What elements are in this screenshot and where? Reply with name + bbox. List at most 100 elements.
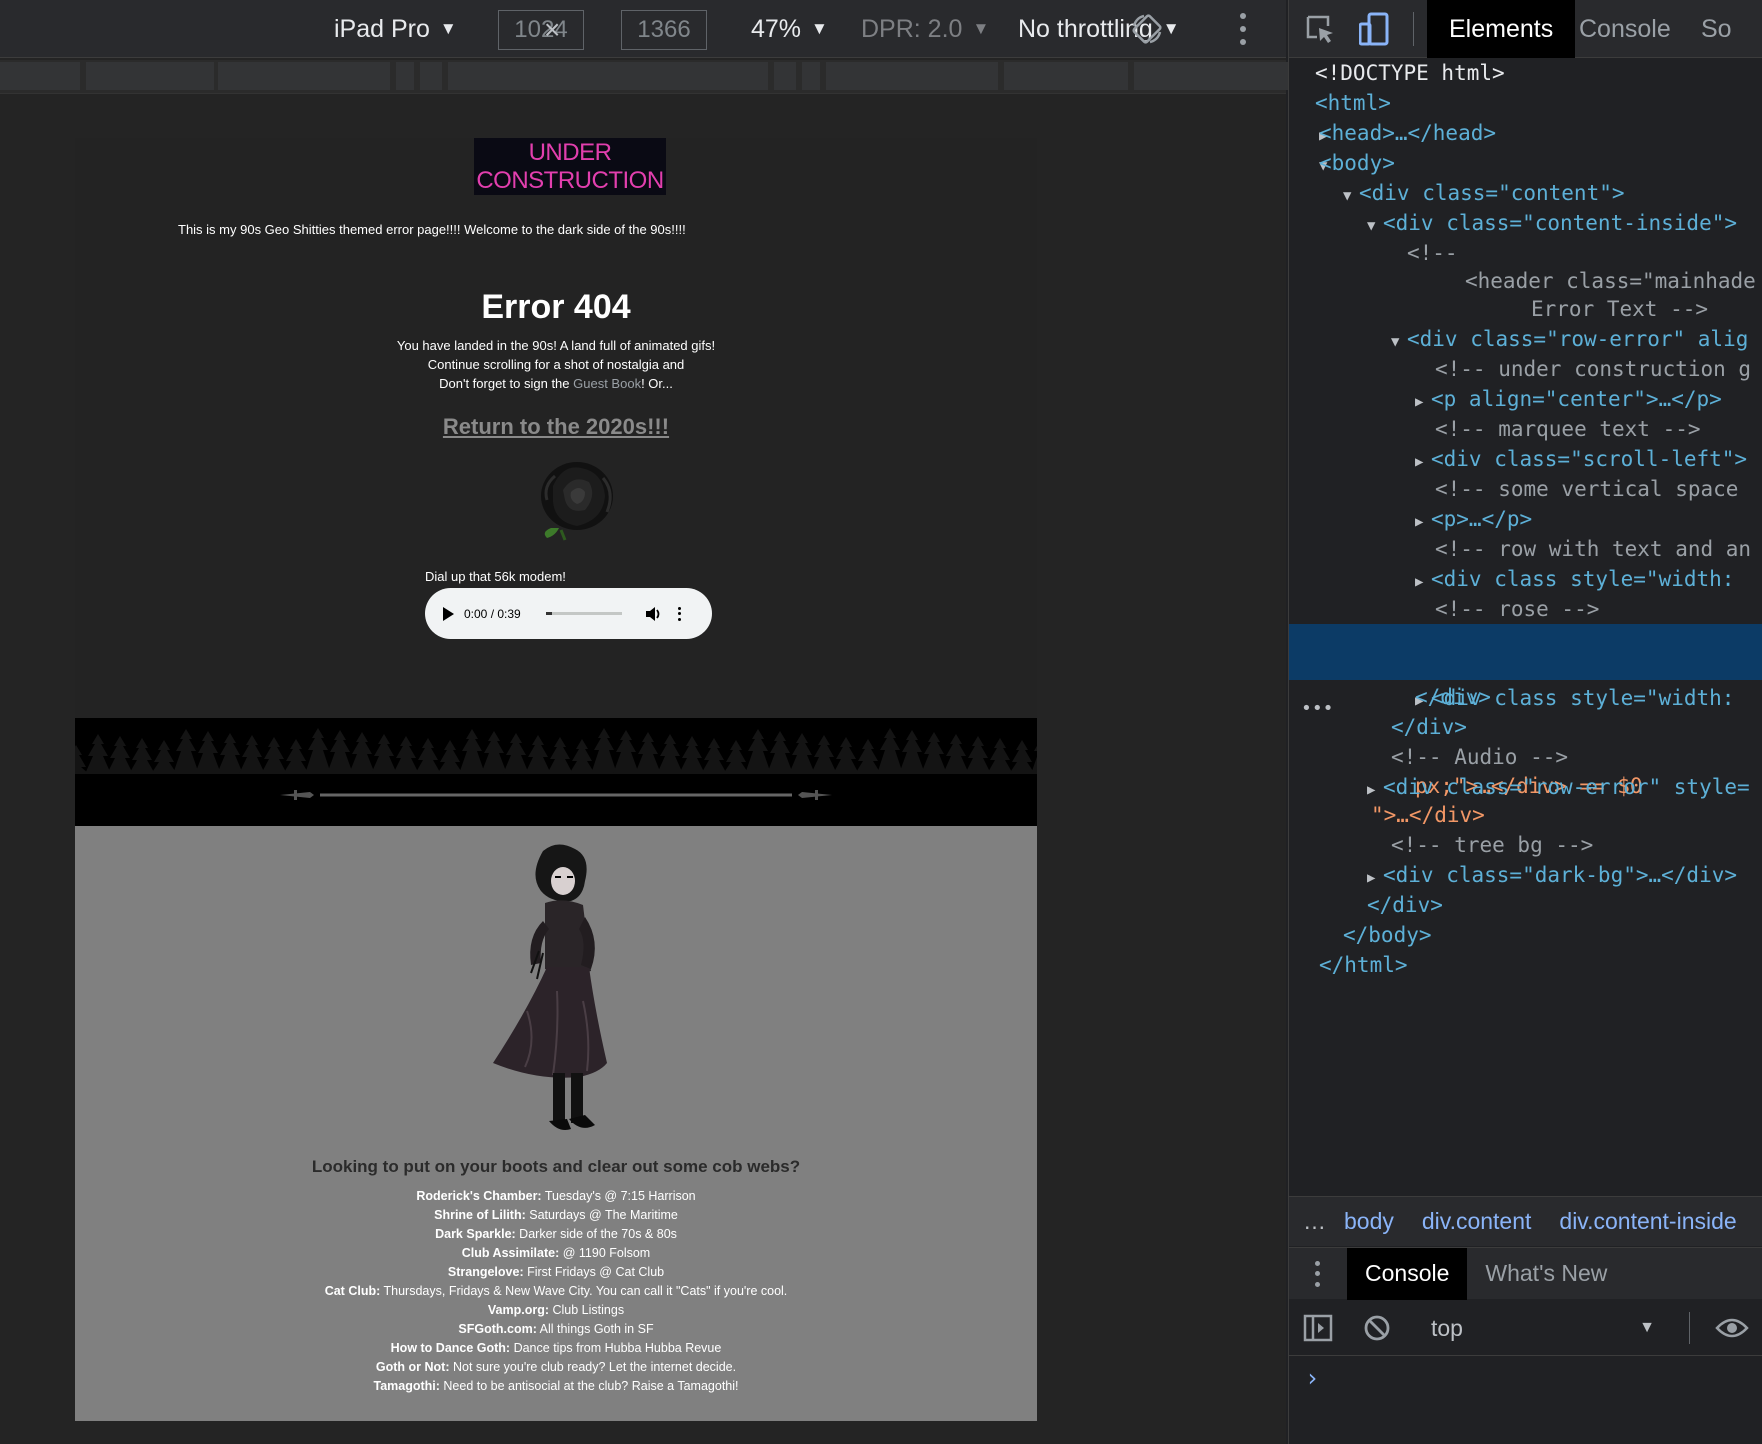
club-description: First Fridays @ Cat Club (523, 1265, 665, 1279)
dom-node[interactable]: <!-- (1289, 238, 1762, 268)
zoom-select[interactable]: 47% ▼ (751, 0, 828, 58)
drawer-tab-console[interactable]: Console (1347, 1247, 1468, 1300)
media-query-segment[interactable] (448, 62, 768, 90)
dom-node[interactable]: <header class="mainhade (1289, 266, 1762, 296)
dom-node[interactable]: <!-- Audio --> (1289, 742, 1762, 772)
media-query-segment[interactable] (396, 62, 414, 90)
breadcrumb-item[interactable]: div.content-inside (1559, 1208, 1736, 1235)
club-list-item[interactable]: Strangelove: First Fridays @ Cat Club (75, 1263, 1037, 1282)
console-sidebar-icon[interactable] (1303, 1314, 1333, 1342)
rotate-device-icon[interactable] (1130, 12, 1164, 46)
tree-shape (613, 730, 639, 774)
expand-triangle-icon[interactable]: ▶ (1415, 567, 1431, 597)
tree-shape (85, 734, 111, 774)
more-options-icon[interactable] (1237, 13, 1249, 45)
club-list-item[interactable]: How to Dance Goth: Dance tips from Hubba… (75, 1339, 1037, 1358)
media-query-segment[interactable] (1004, 62, 1128, 90)
dom-node[interactable]: <html> (1289, 88, 1762, 118)
node-actions-icon[interactable]: ••• (1301, 698, 1334, 719)
expand-triangle-icon[interactable]: ▶ (1415, 507, 1431, 537)
dom-node[interactable]: </div> (1289, 890, 1762, 920)
expand-triangle-icon[interactable]: ▶ (1367, 863, 1383, 893)
media-query-segment[interactable] (774, 62, 796, 90)
club-list-item[interactable]: Goth or Not: Not sure you're club ready?… (75, 1358, 1037, 1377)
breadcrumb-item[interactable]: div.content (1422, 1208, 1532, 1235)
dom-node[interactable]: Error Text --> (1289, 294, 1762, 324)
chevron-down-icon: ▼ (811, 19, 828, 38)
collapse-triangle-icon[interactable]: ▼ (1391, 327, 1407, 357)
eye-icon[interactable] (1715, 1316, 1749, 1340)
dom-node[interactable]: <!-- under construction g (1289, 354, 1762, 384)
club-list-item[interactable]: Cat Club: Thursdays, Fridays & New Wave … (75, 1282, 1037, 1301)
console-prompt-icon[interactable]: › (1305, 1364, 1319, 1392)
dom-node[interactable]: ">…</div> (1289, 800, 1762, 830)
dom-node[interactable]: ▶ <p align="center">…</p> (1289, 384, 1762, 414)
breadcrumb-item[interactable]: body (1344, 1208, 1394, 1235)
dom-node[interactable]: <!-- some vertical space (1289, 474, 1762, 504)
device-toggle-icon[interactable] (1359, 12, 1389, 46)
play-icon[interactable] (443, 606, 454, 621)
dom-node[interactable]: ▶ <div class style="width: (1289, 564, 1762, 594)
media-query-segment[interactable] (802, 62, 820, 90)
media-query-segment[interactable] (420, 62, 442, 90)
audio-progress-slider[interactable] (546, 612, 622, 615)
dom-node[interactable]: ▶ <p>…</p> (1289, 504, 1762, 534)
club-list-item[interactable]: SFGoth.com: All things Goth in SF (75, 1320, 1037, 1339)
volume-icon[interactable] (644, 605, 662, 623)
clear-console-icon[interactable] (1363, 1314, 1391, 1342)
context-select[interactable]: top ▼ (1431, 1310, 1669, 1346)
dom-node[interactable]: ▶ <div class="row-error" style= (1289, 772, 1762, 802)
collapse-triangle-icon[interactable]: ▼ (1367, 211, 1383, 241)
dom-node[interactable]: ▼ <div class="content"> (1289, 178, 1762, 208)
return-link[interactable]: Return to the 2020s!!! (75, 414, 1037, 440)
tab-elements[interactable]: Elements (1427, 0, 1576, 58)
club-list-item[interactable]: Club Assimilate: @ 1190 Folsom (75, 1244, 1037, 1263)
dom-node[interactable]: </body> (1289, 920, 1762, 950)
dom-node[interactable]: ▼ <div class="row-error" alig (1289, 324, 1762, 354)
inspect-element-icon[interactable] (1305, 14, 1335, 44)
dom-node[interactable]: <!DOCTYPE html> (1289, 58, 1762, 88)
expand-triangle-icon[interactable]: ▶ (1415, 447, 1431, 477)
device-select[interactable]: iPad Pro ▼ (334, 0, 457, 58)
collapse-triangle-icon[interactable]: ▼ (1289, 151, 1327, 181)
dom-node[interactable]: <!-- rose --> (1289, 594, 1762, 624)
club-list-item[interactable]: Dark Sparkle: Darker side of the 70s & 8… (75, 1225, 1037, 1244)
dom-node[interactable]: ▶ <div class="dark-bg">…</div> (1289, 860, 1762, 890)
dom-node[interactable]: ▼<body> (1289, 148, 1762, 178)
tab-sources[interactable]: So (1679, 0, 1754, 58)
width-input[interactable]: 1024 (498, 10, 584, 50)
toolbar-divider (1689, 1312, 1690, 1344)
audio-more-options-icon[interactable] (678, 606, 682, 621)
club-list-item[interactable]: Roderick's Chamber: Tuesday's @ 7:15 Har… (75, 1187, 1037, 1206)
expand-triangle-icon[interactable]: ▶ (1415, 387, 1431, 417)
club-list-item[interactable]: Tamagothi: Need to be antisocial at the … (75, 1377, 1037, 1396)
collapse-triangle-icon[interactable]: ▼ (1343, 181, 1359, 211)
dom-node[interactable]: <!-- row with text and an (1289, 534, 1762, 564)
dpr-select[interactable]: DPR: 2.0 ▼ (861, 0, 989, 58)
emulated-page: UNDER CONSTRUCTION This is my 90s Geo Sh… (75, 138, 1037, 1421)
breadcrumb-overflow[interactable]: … (1303, 1208, 1326, 1235)
dom-node[interactable]: </div> (1289, 712, 1762, 742)
dom-node[interactable]: </html> (1289, 950, 1762, 980)
dom-node-selected[interactable]: ▶ <div class style="width: px;">…</div> =… (1289, 624, 1762, 798)
dom-node[interactable]: <!-- marquee text --> (1289, 414, 1762, 444)
media-query-segment[interactable] (218, 62, 390, 90)
height-input[interactable]: 1366 (621, 10, 707, 50)
dom-node[interactable]: ▶ <div class="scroll-left"> (1289, 444, 1762, 474)
dom-text: <div class="scroll-left"> (1431, 447, 1748, 471)
dom-node[interactable]: ▶<head>…</head> (1289, 118, 1762, 148)
club-list-item[interactable]: Shrine of Lilith: Saturdays @ The Mariti… (75, 1206, 1037, 1225)
expand-triangle-icon[interactable]: ▶ (1289, 121, 1327, 151)
drawer-tab-whats-new[interactable]: What's New (1467, 1248, 1625, 1300)
tab-console[interactable]: Console (1557, 0, 1693, 58)
media-query-segment[interactable] (826, 62, 998, 90)
media-query-segment[interactable] (0, 62, 80, 90)
dom-node[interactable]: ▼ <div class="content-inside"> (1289, 208, 1762, 238)
media-query-segment[interactable] (86, 62, 214, 90)
club-list-item[interactable]: Vamp.org: Club Listings (75, 1301, 1037, 1320)
dom-node[interactable]: <!-- tree bg --> (1289, 830, 1762, 860)
guest-book-link[interactable]: Guest Book (573, 376, 641, 391)
drawer-menu-icon[interactable] (1315, 1260, 1321, 1287)
dom-node[interactable]: </div> (1289, 682, 1762, 712)
tree-shape (481, 731, 507, 774)
